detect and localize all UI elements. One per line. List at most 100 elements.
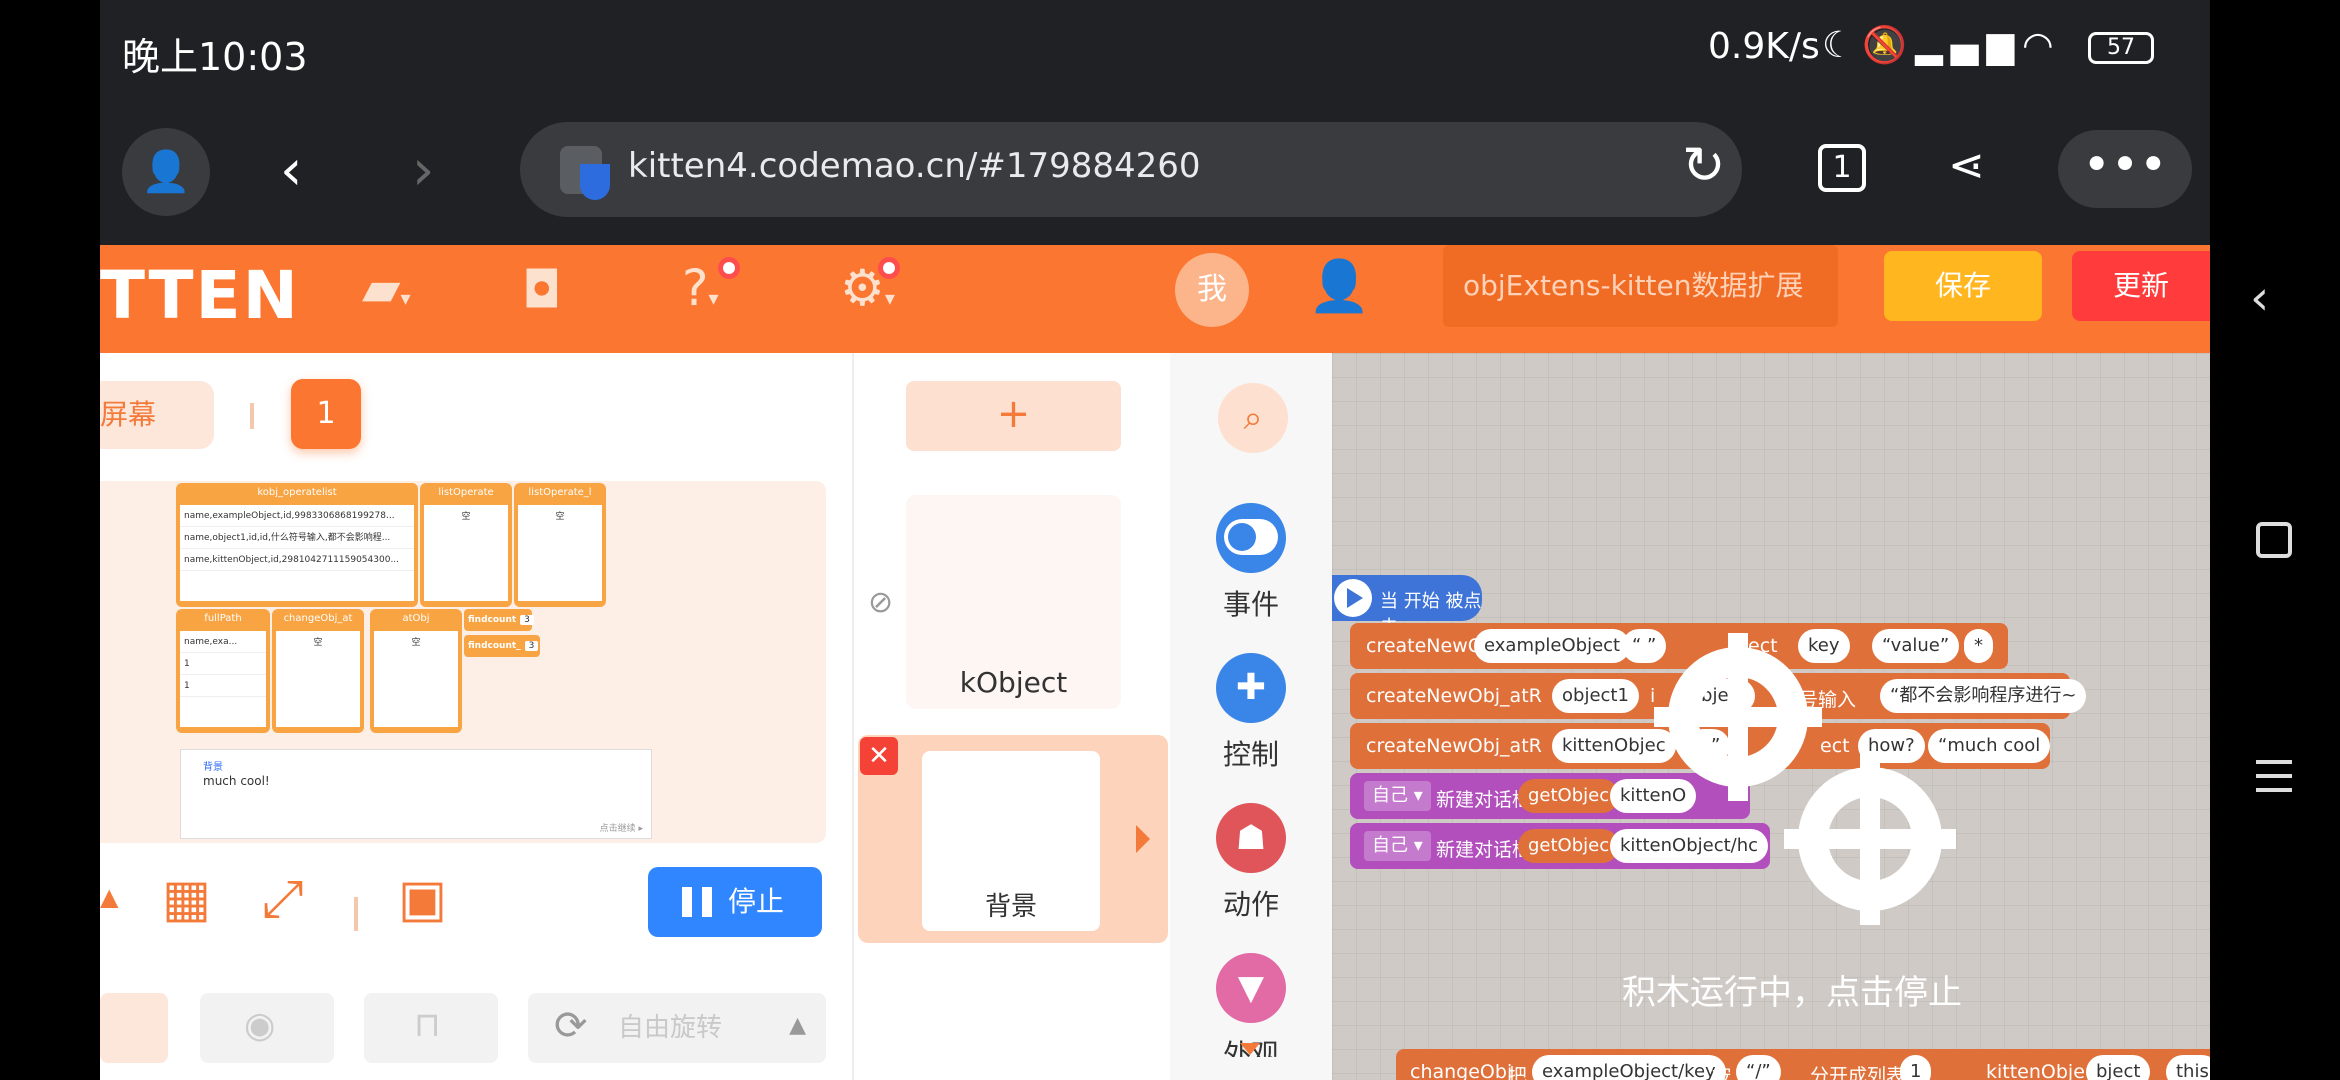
block-arg[interactable]: * [1964, 629, 1993, 663]
divider [250, 403, 254, 429]
new-dialog-block[interactable]: 自己 ▾ 新建对话框 getObjec kittenObject/hc [1350, 823, 1770, 869]
block-arg[interactable]: object1 [1552, 679, 1639, 713]
back-button[interactable]: ‹ [280, 138, 302, 203]
background-card[interactable]: 背景 [922, 751, 1100, 931]
wifi-icon: ◠ [2022, 25, 2062, 66]
delete-background-button[interactable]: ✕ [860, 737, 898, 775]
fullscreen-button[interactable]: ⤢ [262, 869, 304, 930]
file-menu-button[interactable]: ▰▾ [362, 259, 411, 317]
stage-canvas[interactable]: kobj_operatelist name,exampleObject,id,9… [100, 481, 826, 843]
block-arg[interactable]: “ ” [1622, 629, 1667, 663]
block-arg[interactable]: “much cool [1928, 729, 2051, 763]
sprite-size-field[interactable] [100, 993, 168, 1063]
system-recents-button[interactable] [2256, 760, 2292, 792]
list-monitor[interactable]: changeObj_at 空 [272, 609, 364, 733]
stop-label: 停止 [728, 885, 785, 918]
person-add-icon: 👤 [1308, 257, 1371, 315]
stage-panel: 屏幕 1 kobj_operatelist name,exampleObject… [100, 353, 852, 1080]
backpack-button[interactable]: ◘ [522, 261, 562, 319]
app-logo: TTEN [100, 257, 300, 334]
monitor-row: 1 [180, 675, 266, 697]
category-motion[interactable]: ☗ 动作 [1170, 803, 1332, 923]
sprite-card[interactable]: kObject [906, 495, 1121, 709]
block-arg[interactable]: kittenObject/hc [1610, 829, 1769, 863]
forward-button[interactable]: › [412, 138, 434, 203]
code-workspace[interactable]: 当 开始 被点击 createNewO exampleObject “ ” ec… [1332, 353, 2210, 1080]
status-bar: 晚上10:03 0.9K/s ☾🔕▂▄▆◠ 57 [100, 0, 2210, 100]
background-card-selected[interactable]: ✕ 背景 [858, 735, 1168, 943]
category-events[interactable]: 事件 [1170, 503, 1332, 623]
create-object-block[interactable]: createNewO exampleObject “ ” ect key “va… [1350, 623, 2008, 669]
lock-toggle[interactable]: ⊓ [364, 993, 498, 1063]
block-arg[interactable]: “value” [1872, 629, 1960, 663]
list-monitor[interactable]: fullPath name,exa... 1 1 [176, 609, 270, 733]
block-arg[interactable]: bject [2086, 1055, 2151, 1080]
variable-value: 3 [520, 615, 534, 625]
expand-arrow-icon[interactable] [1136, 825, 1150, 853]
grid-toggle-button[interactable]: ▦ [162, 869, 211, 929]
visibility-toggle[interactable]: ◉ [200, 993, 334, 1063]
block-arg[interactable]: exampleObject/key [1532, 1055, 1726, 1080]
block-search-button[interactable]: ⌕ [1218, 383, 1288, 453]
block-arg[interactable]: “都不会影响程序进行~ [1880, 679, 2087, 713]
change-object-block[interactable]: changeObj 把 exampleObject/key 按 “/” 分开成列… [1396, 1049, 2210, 1080]
screen-page-number[interactable]: 1 [291, 379, 361, 449]
screen-selector-button[interactable]: 屏幕 [100, 381, 214, 449]
block-arg[interactable]: kittenO [1610, 779, 1697, 813]
target-dropdown[interactable]: 自己 ▾ [1364, 831, 1431, 861]
share-button[interactable]: ⋖ [1948, 140, 1985, 191]
list-monitor[interactable]: listOperate_l 空 [514, 483, 606, 607]
category-label: 事件 [1222, 588, 1279, 621]
reload-button[interactable]: ↻ [1682, 136, 1726, 196]
list-monitor[interactable]: listOperate 空 [420, 483, 512, 607]
sprite-panel: + ⊘ kObject ✕ 背景 [852, 353, 1170, 1080]
save-button[interactable]: 保存 [1884, 251, 2042, 321]
update-button[interactable]: 更新 [2072, 251, 2210, 321]
stop-button[interactable]: 停止 [648, 867, 822, 937]
system-home-button[interactable] [2256, 522, 2292, 558]
search-icon: ⌕ [1243, 398, 1263, 438]
when-start-clicked-block[interactable]: 当 开始 被点击 [1332, 575, 1482, 638]
block-arg[interactable]: key [1798, 629, 1850, 663]
mobile-preview-button[interactable]: ▣ [398, 869, 447, 929]
list-monitor[interactable]: atObj 空 [370, 609, 462, 733]
block-function-name: createNewO [1366, 635, 1483, 657]
block-arg[interactable]: getObjec [1518, 829, 1620, 863]
project-name-field[interactable]: objExtens-kitten数据扩展 [1443, 245, 1838, 327]
dialog-continue[interactable]: 点击继续 ▸ [600, 821, 643, 834]
triangle-up-icon: ▲ [100, 883, 119, 911]
monitor-title: kobj_operatelist [257, 487, 337, 498]
hidden-eye-icon[interactable]: ⊘ [868, 585, 893, 620]
new-dialog-block[interactable]: 自己 ▾ 新建对话框 getObjec kittenO [1350, 773, 1750, 819]
block-arg[interactable]: 1 [1900, 1055, 1932, 1080]
invite-collaborator-button[interactable]: 👤 [1308, 257, 1370, 316]
ghost-icon: ☗ [1216, 803, 1286, 873]
block-arg[interactable]: kittenObjec [1552, 729, 1676, 763]
system-back-button[interactable]: ‹ [2250, 270, 2269, 326]
running-status-text[interactable]: 积木运行中，点击停止 [1622, 965, 1962, 1014]
add-profile-button[interactable]: 👤 [122, 128, 210, 216]
scroll-down-icon[interactable] [1240, 1043, 1260, 1055]
moon-icon: ☾ [1822, 25, 1863, 66]
block-arg[interactable]: this [2166, 1055, 2210, 1080]
stage-dialog[interactable]: 背景 much cool! 点击继续 ▸ [180, 749, 652, 839]
variable-monitor[interactable]: findcount 3 [464, 609, 534, 631]
user-avatar[interactable]: 我 [1175, 253, 1249, 327]
address-bar[interactable]: kitten4.codemao.cn/#179884260 [520, 122, 1742, 217]
block-arg[interactable]: getObjec [1518, 779, 1620, 813]
add-sprite-button[interactable]: + [906, 381, 1121, 451]
help-menu-button[interactable]: ?▾ [682, 259, 719, 317]
list-monitor[interactable]: kobj_operatelist name,exampleObject,id,9… [176, 483, 418, 607]
category-looks[interactable]: ▼ 外观 [1170, 953, 1332, 1057]
rotate-icon: ⟳ [554, 1003, 588, 1049]
variable-monitor[interactable]: findcount_ 3 [464, 635, 540, 657]
more-menu-button[interactable]: ••• [2058, 130, 2192, 208]
collapse-up-button[interactable]: ▲ [100, 883, 118, 911]
tab-switcher-button[interactable]: 1 [1818, 144, 1866, 192]
category-label: 动作 [1222, 888, 1279, 921]
block-arg[interactable]: exampleObject [1474, 629, 1631, 663]
background-name: 背景 [984, 892, 1037, 922]
block-arg[interactable]: “/” [1736, 1055, 1781, 1080]
category-control[interactable]: ✚ 控制 [1170, 653, 1332, 773]
target-dropdown[interactable]: 自己 ▾ [1364, 781, 1431, 811]
